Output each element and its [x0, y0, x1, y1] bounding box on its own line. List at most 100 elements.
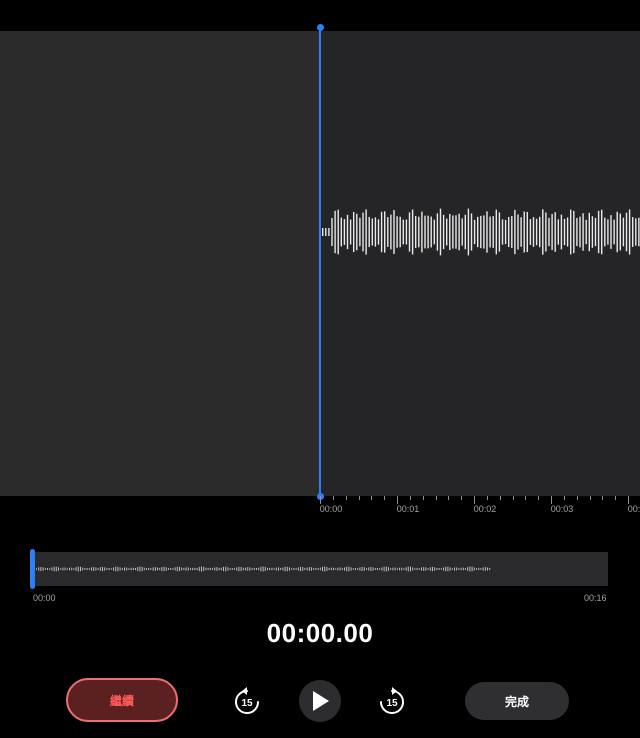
overview-waveform-bar — [71, 567, 73, 571]
waveform-bar — [442, 214, 445, 250]
ruler-tick — [371, 496, 373, 500]
overview-waveform-bar — [73, 568, 75, 570]
waveform-bar — [418, 216, 420, 248]
overview-waveform-bar — [260, 566, 262, 572]
playhead-top-handle[interactable] — [316, 24, 324, 31]
overview-waveform-bar — [168, 568, 169, 570]
overview-waveform-bar — [451, 568, 453, 570]
waveform-bar — [470, 213, 473, 251]
overview-waveform-bar — [108, 567, 110, 571]
waveform-bar — [449, 213, 451, 251]
overview-waveform-bar — [438, 567, 440, 571]
ruler-tick — [589, 496, 591, 500]
gobackward-15-icon[interactable]: 15 — [233, 686, 261, 716]
overview-waveform-bar — [148, 567, 150, 571]
waveform-bar — [377, 219, 380, 245]
waveform-bar — [458, 213, 460, 251]
playhead[interactable] — [319, 27, 321, 497]
overview-waveform-bar — [117, 566, 119, 572]
overview-waveform-bar — [271, 567, 273, 571]
overview-waveform-bar — [97, 568, 99, 570]
waveform-bar — [501, 219, 504, 245]
overview-waveform-bar — [256, 567, 257, 571]
overview-waveform-bar — [436, 568, 438, 570]
skip-back-label: 15 — [241, 698, 253, 709]
ruler-tick — [422, 496, 424, 500]
ruler-label: 00:04 — [627, 504, 640, 514]
overview-waveform-bar — [227, 567, 229, 571]
overview-waveform-bar — [350, 567, 352, 571]
overview-waveform-bar — [359, 567, 361, 571]
overview-waveform-bar — [262, 566, 264, 572]
waveform-bar — [325, 228, 327, 236]
overview-waveform-bar — [124, 567, 125, 571]
overview-waveform-bar — [172, 568, 174, 570]
waveform-bar — [601, 209, 603, 255]
overview-waveform-bar — [130, 567, 132, 571]
overview-waveform-bar — [84, 568, 86, 570]
overview-waveform-bar — [458, 568, 460, 570]
overview-waveform-bar — [361, 566, 363, 572]
waveform-bar — [573, 210, 575, 254]
overview-waveform-bar — [203, 566, 205, 572]
ruler-tick — [538, 496, 540, 500]
overview-waveform-bar — [245, 567, 246, 571]
resume-recording-button[interactable]: 繼續 — [66, 678, 178, 722]
waveform-bar — [582, 213, 584, 251]
done-button[interactable]: 完成 — [465, 682, 569, 720]
current-time-display: 00:00.00 — [266, 618, 374, 648]
waveform-bar — [359, 217, 361, 247]
overview-waveform-bar — [467, 567, 469, 571]
ruler-tick — [628, 496, 629, 504]
overview-waveform-bar — [306, 567, 308, 571]
overview-waveform-bar — [141, 566, 143, 572]
overview-waveform-bar — [399, 567, 400, 571]
overview-waveform-bar — [333, 567, 334, 571]
waveform-bar — [526, 211, 528, 253]
waveform-bar — [514, 209, 516, 255]
overview-waveform-bar — [291, 568, 293, 570]
overview-waveform-bar — [372, 567, 374, 571]
overview-waveform-bar — [443, 567, 444, 571]
overview-waveform-bar — [348, 566, 350, 572]
overview-waveform-bar — [69, 567, 70, 571]
overview-waveform-bar — [115, 566, 117, 572]
overview-waveform-bar — [51, 567, 53, 571]
overview-waveform-bar — [157, 567, 158, 571]
overview-waveform-bar — [179, 566, 180, 572]
overview-waveform-bar — [352, 568, 354, 570]
ruler-label: 00:00 — [319, 504, 343, 514]
overview-waveform — [36, 566, 491, 572]
waveform-bar — [334, 210, 336, 254]
ruler-tick — [525, 496, 527, 500]
waveform-bar — [529, 219, 532, 245]
main-waveform — [322, 208, 640, 256]
overview-waveform-bar — [484, 567, 486, 571]
waveform-bar — [610, 215, 612, 249]
overview-waveform-bar — [91, 567, 92, 571]
ruler-tick — [499, 496, 501, 500]
goforward-15-icon[interactable]: 15 — [378, 686, 406, 716]
waveform-bar — [452, 215, 454, 249]
waveform-bar — [393, 210, 395, 254]
overview-waveform-bar — [319, 567, 321, 571]
overview-waveform-bar — [194, 567, 196, 571]
overview-waveform-bar — [49, 568, 51, 570]
waveform-bar — [557, 219, 559, 245]
overview-waveform-bar — [66, 568, 68, 570]
overview-waveform-bar — [313, 568, 315, 570]
waveform-bar — [579, 216, 581, 248]
overview-waveform-bar — [377, 567, 378, 571]
waveform-bar — [346, 214, 349, 250]
waveform-bar — [554, 212, 556, 252]
ruler-label: 00:01 — [396, 504, 420, 514]
waveform-bar — [560, 214, 563, 250]
overview-waveform-bar — [264, 566, 266, 572]
play-button[interactable] — [299, 680, 341, 722]
waveform-bar — [405, 219, 408, 245]
waveform-bar — [328, 228, 330, 236]
overview-waveform-bar — [344, 567, 345, 571]
overview-scrubber-handle[interactable] — [30, 549, 35, 589]
overview-waveform-bar — [487, 567, 488, 571]
waveform-bar — [387, 217, 389, 247]
